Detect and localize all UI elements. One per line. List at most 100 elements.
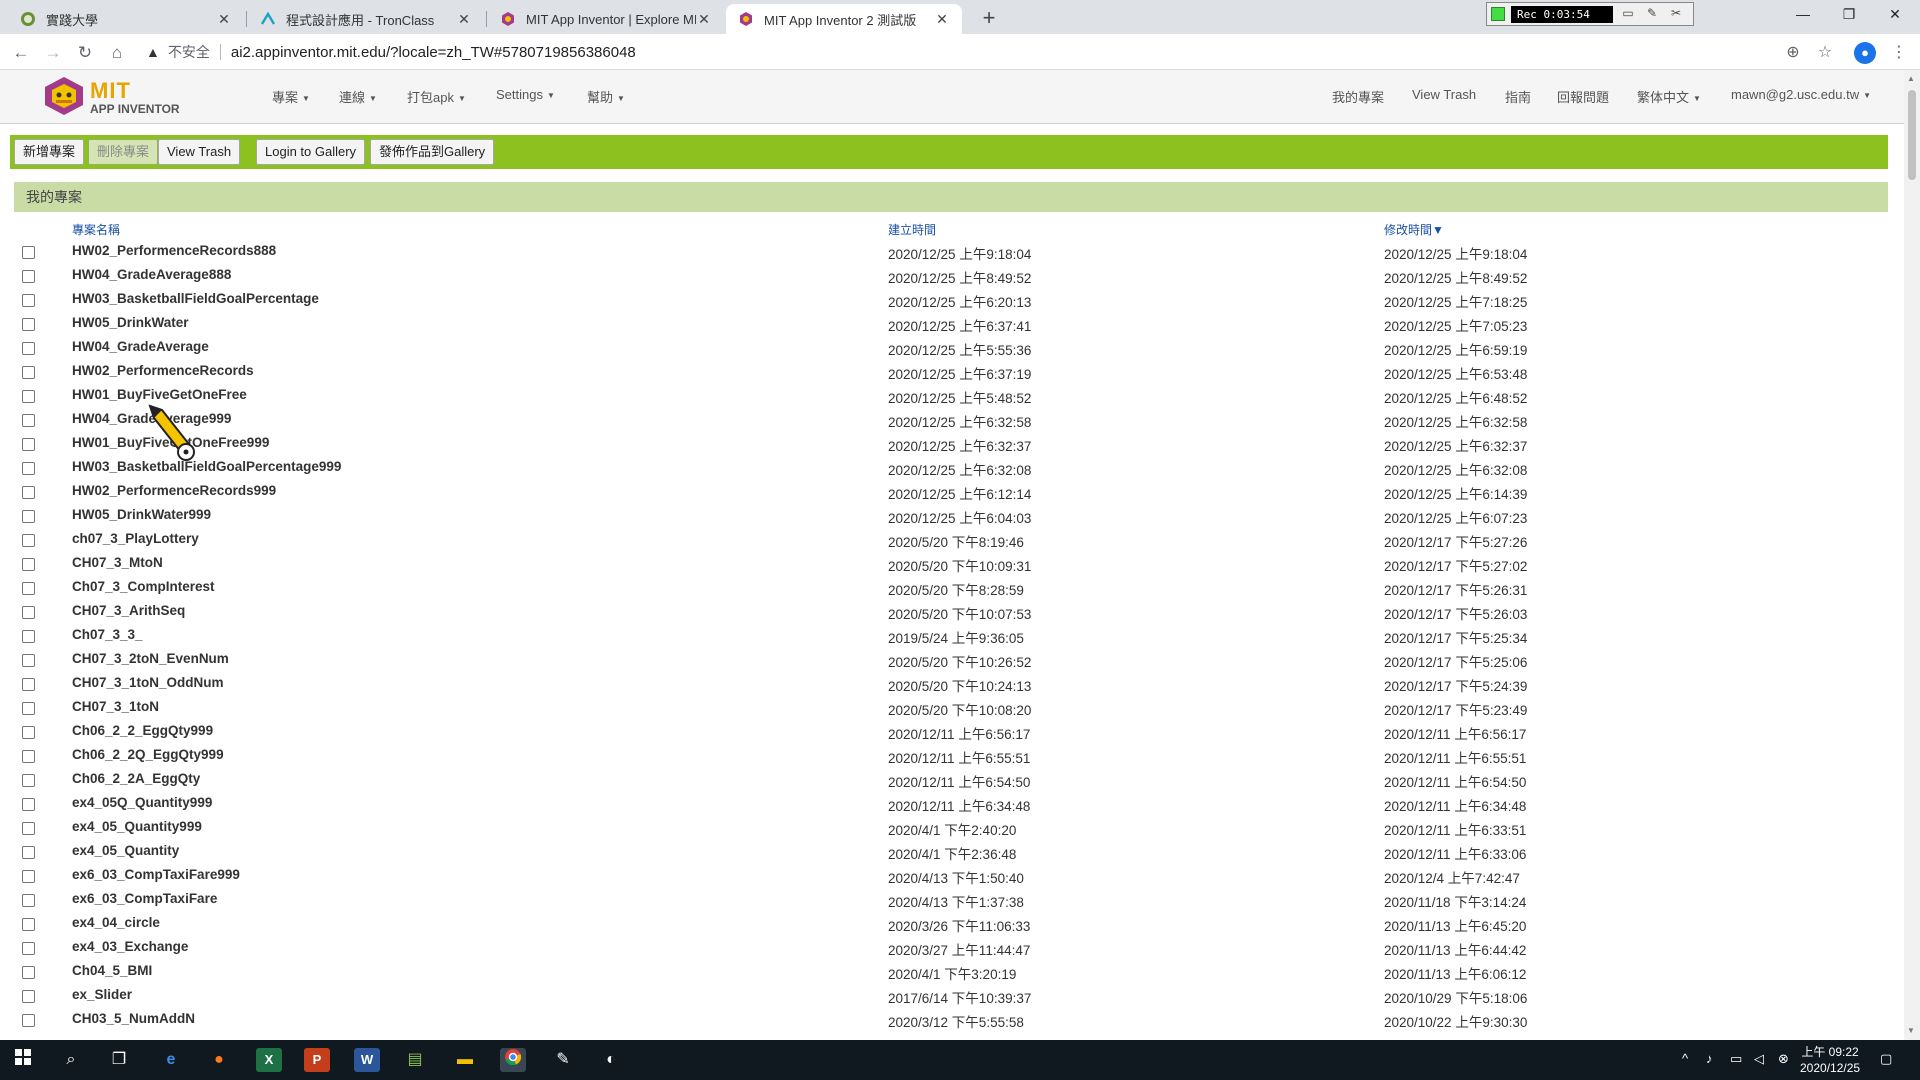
word-icon[interactable]: W: [354, 1048, 380, 1072]
project-name[interactable]: Ch06_2_2A_EggQty: [72, 771, 200, 786]
project-name[interactable]: ex_Slider: [72, 987, 132, 1002]
project-name[interactable]: Ch06_2_2_EggQty999: [72, 723, 213, 738]
project-checkbox[interactable]: [22, 750, 35, 763]
project-row[interactable]: HW01_BuyFiveGetOneFree 2020/12/25 上午5:48:…: [14, 383, 1888, 407]
browser-tab-1[interactable]: 實踐大學 ✕: [8, 4, 244, 34]
project-name[interactable]: Ch04_5_BMI: [72, 963, 152, 978]
reload-icon[interactable]: ↻: [72, 40, 98, 66]
back-arrow-icon[interactable]: ←: [8, 40, 34, 66]
project-name[interactable]: HW02_PerformenceRecords999: [72, 483, 276, 498]
warning-triangle-icon[interactable]: ▲: [146, 44, 160, 60]
project-row[interactable]: CH07_3_1toN_OddNum 2020/5/20 下午10:24:13 20…: [14, 671, 1888, 695]
powerpoint-icon[interactable]: P: [304, 1048, 330, 1072]
project-name[interactable]: HW02_PerformenceRecords: [72, 363, 254, 378]
microphone-icon[interactable]: ♪: [1706, 1051, 1713, 1066]
project-checkbox[interactable]: [22, 366, 35, 379]
project-checkbox[interactable]: [22, 390, 35, 403]
project-row[interactable]: CH07_3_ArithSeq 2020/5/20 下午10:07:53 2020/…: [14, 599, 1888, 623]
project-row[interactable]: HW04_GradeAverage 2020/12/25 上午5:55:36 202…: [14, 335, 1888, 359]
column-header-name[interactable]: 專案名稱: [72, 221, 120, 238]
home-icon[interactable]: ⌂: [104, 40, 130, 66]
project-checkbox[interactable]: [22, 510, 35, 523]
project-row[interactable]: HW02_PerformenceRecords 2020/12/25 上午6:37…: [14, 359, 1888, 383]
project-name[interactable]: HW03_BasketballFieldGoalPercentage999: [72, 459, 341, 474]
nav-view-trash[interactable]: View Trash: [1412, 87, 1476, 102]
project-row[interactable]: Ch07_3_CompInterest 2020/5/20 下午8:28:59 20…: [14, 575, 1888, 599]
volume-icon[interactable]: ◁: [1754, 1051, 1764, 1067]
project-checkbox[interactable]: [22, 558, 35, 571]
close-tab-icon[interactable]: ✕: [934, 11, 950, 28]
minimize-window-icon[interactable]: —: [1780, 0, 1826, 30]
chrome-icon[interactable]: [500, 1048, 526, 1072]
project-row[interactable]: HW04_GradeAverage999 2020/12/25 上午6:32:58…: [14, 407, 1888, 431]
close-tab-icon[interactable]: ✕: [216, 11, 232, 28]
project-row[interactable]: ex4_05_Quantity 2020/4/1 下午2:36:48 2020/12…: [14, 839, 1888, 863]
menu-connect[interactable]: 連線 ▼: [339, 87, 377, 106]
new-tab-plus-icon[interactable]: +: [976, 6, 1002, 32]
windows-start-icon[interactable]: [10, 1048, 36, 1072]
project-row[interactable]: HW02_PerformenceRecords999 2020/12/25 上午6…: [14, 479, 1888, 503]
project-checkbox[interactable]: [22, 1014, 35, 1027]
project-checkbox[interactable]: [22, 990, 35, 1003]
restore-window-icon[interactable]: ❐: [1826, 0, 1872, 30]
project-row[interactable]: ex4_03_Exchange 2020/3/27 上午11:44:47 2020/…: [14, 935, 1888, 959]
project-row[interactable]: Ch07_3_3_ 2019/5/24 上午9:36:05 2020/12/17 下…: [14, 623, 1888, 647]
menu-projects[interactable]: 專案 ▼: [272, 87, 310, 106]
project-checkbox[interactable]: [22, 966, 35, 979]
page-scrollbar[interactable]: ▲ ▼: [1904, 70, 1920, 1040]
browser-menu-icon[interactable]: ⋮: [1886, 40, 1912, 66]
project-name[interactable]: ch07_3_PlayLottery: [72, 531, 199, 546]
scroll-up-arrow-icon[interactable]: ▲: [1907, 74, 1915, 83]
project-row[interactable]: Ch06_2_2_EggQty999 2020/12/11 上午6:56:17 20…: [14, 719, 1888, 743]
project-row[interactable]: Ch06_2_2A_EggQty 2020/12/11 上午6:54:50 2020…: [14, 767, 1888, 791]
project-checkbox[interactable]: [22, 726, 35, 739]
project-checkbox[interactable]: [22, 942, 35, 955]
project-name[interactable]: HW04_GradeAverage888: [72, 267, 231, 282]
project-checkbox[interactable]: [22, 702, 35, 715]
project-checkbox[interactable]: [22, 582, 35, 595]
project-row[interactable]: HW05_DrinkWater 2020/12/25 上午6:37:41 2020/…: [14, 311, 1888, 335]
project-name[interactable]: ex4_04_circle: [72, 915, 160, 930]
project-name[interactable]: CH03_5_NumAddN: [72, 1011, 195, 1026]
project-row[interactable]: ex_Slider 2017/6/14 下午10:39:37 2020/10/29 …: [14, 983, 1888, 1007]
project-row[interactable]: Ch04_5_BMI 2020/4/1 下午3:20:19 2020/11/13 上…: [14, 959, 1888, 983]
project-checkbox[interactable]: [22, 486, 35, 499]
column-header-modified[interactable]: 修改時間▼: [1384, 221, 1444, 238]
project-checkbox[interactable]: [22, 654, 35, 667]
profile-avatar-icon[interactable]: ●: [1854, 42, 1876, 64]
project-checkbox[interactable]: [22, 606, 35, 619]
new-project-button[interactable]: 新增專案: [14, 139, 85, 165]
project-row[interactable]: CH07_3_MtoN 2020/5/20 下午10:09:31 2020/12/1…: [14, 551, 1888, 575]
task-view-icon[interactable]: ❐: [106, 1048, 132, 1072]
project-name[interactable]: ex4_05_Quantity: [72, 843, 179, 858]
project-name[interactable]: ex4_05Q_Quantity999: [72, 795, 212, 810]
project-checkbox[interactable]: [22, 270, 35, 283]
project-row[interactable]: HW03_BasketballFieldGoalPercentage 2020/1…: [14, 287, 1888, 311]
nav-my-projects[interactable]: 我的專案: [1332, 87, 1384, 106]
nav-guide[interactable]: 指南: [1505, 87, 1531, 106]
edge-browser-icon[interactable]: e: [158, 1048, 184, 1072]
bookmark-star-icon[interactable]: ☆: [1812, 40, 1838, 66]
project-checkbox[interactable]: [22, 798, 35, 811]
project-row[interactable]: HW04_GradeAverage888 2020/12/25 上午8:49:52…: [14, 263, 1888, 287]
forward-arrow-icon[interactable]: →: [40, 40, 66, 66]
browser-tab-3[interactable]: MIT App Inventor | Explore MIT ✕: [488, 4, 724, 34]
project-checkbox[interactable]: [22, 870, 35, 883]
recorder-screen-icon[interactable]: ▭: [1619, 6, 1637, 22]
close-tab-icon[interactable]: ✕: [456, 11, 472, 28]
screen-recorder-app-icon[interactable]: ◐: [598, 1048, 624, 1072]
address-bar[interactable]: ▲ 不安全 ai2.appinventor.mit.edu/?locale=zh…: [146, 38, 1802, 66]
project-row[interactable]: ex4_05_Quantity999 2020/4/1 下午2:40:20 2020…: [14, 815, 1888, 839]
column-header-created[interactable]: 建立時間: [888, 221, 936, 238]
project-row[interactable]: ex4_04_circle 2020/3/26 下午11:06:33 2020/11…: [14, 911, 1888, 935]
project-name[interactable]: ex4_03_Exchange: [72, 939, 188, 954]
photo-viewer-icon[interactable]: ▤: [402, 1048, 428, 1072]
firefox-icon[interactable]: ●: [206, 1048, 232, 1072]
browser-tab-4-active[interactable]: MIT App Inventor 2 測試版 ✕: [726, 4, 962, 34]
tray-status-icon[interactable]: ⊗: [1778, 1051, 1789, 1067]
excel-icon[interactable]: X: [256, 1048, 282, 1072]
project-name[interactable]: Ch07_3_3_: [72, 627, 143, 642]
menu-settings[interactable]: Settings ▼: [496, 87, 555, 102]
project-checkbox[interactable]: [22, 246, 35, 259]
project-row[interactable]: HW01_BuyFiveGetOneFree999 2020/12/25 上午6:…: [14, 431, 1888, 455]
